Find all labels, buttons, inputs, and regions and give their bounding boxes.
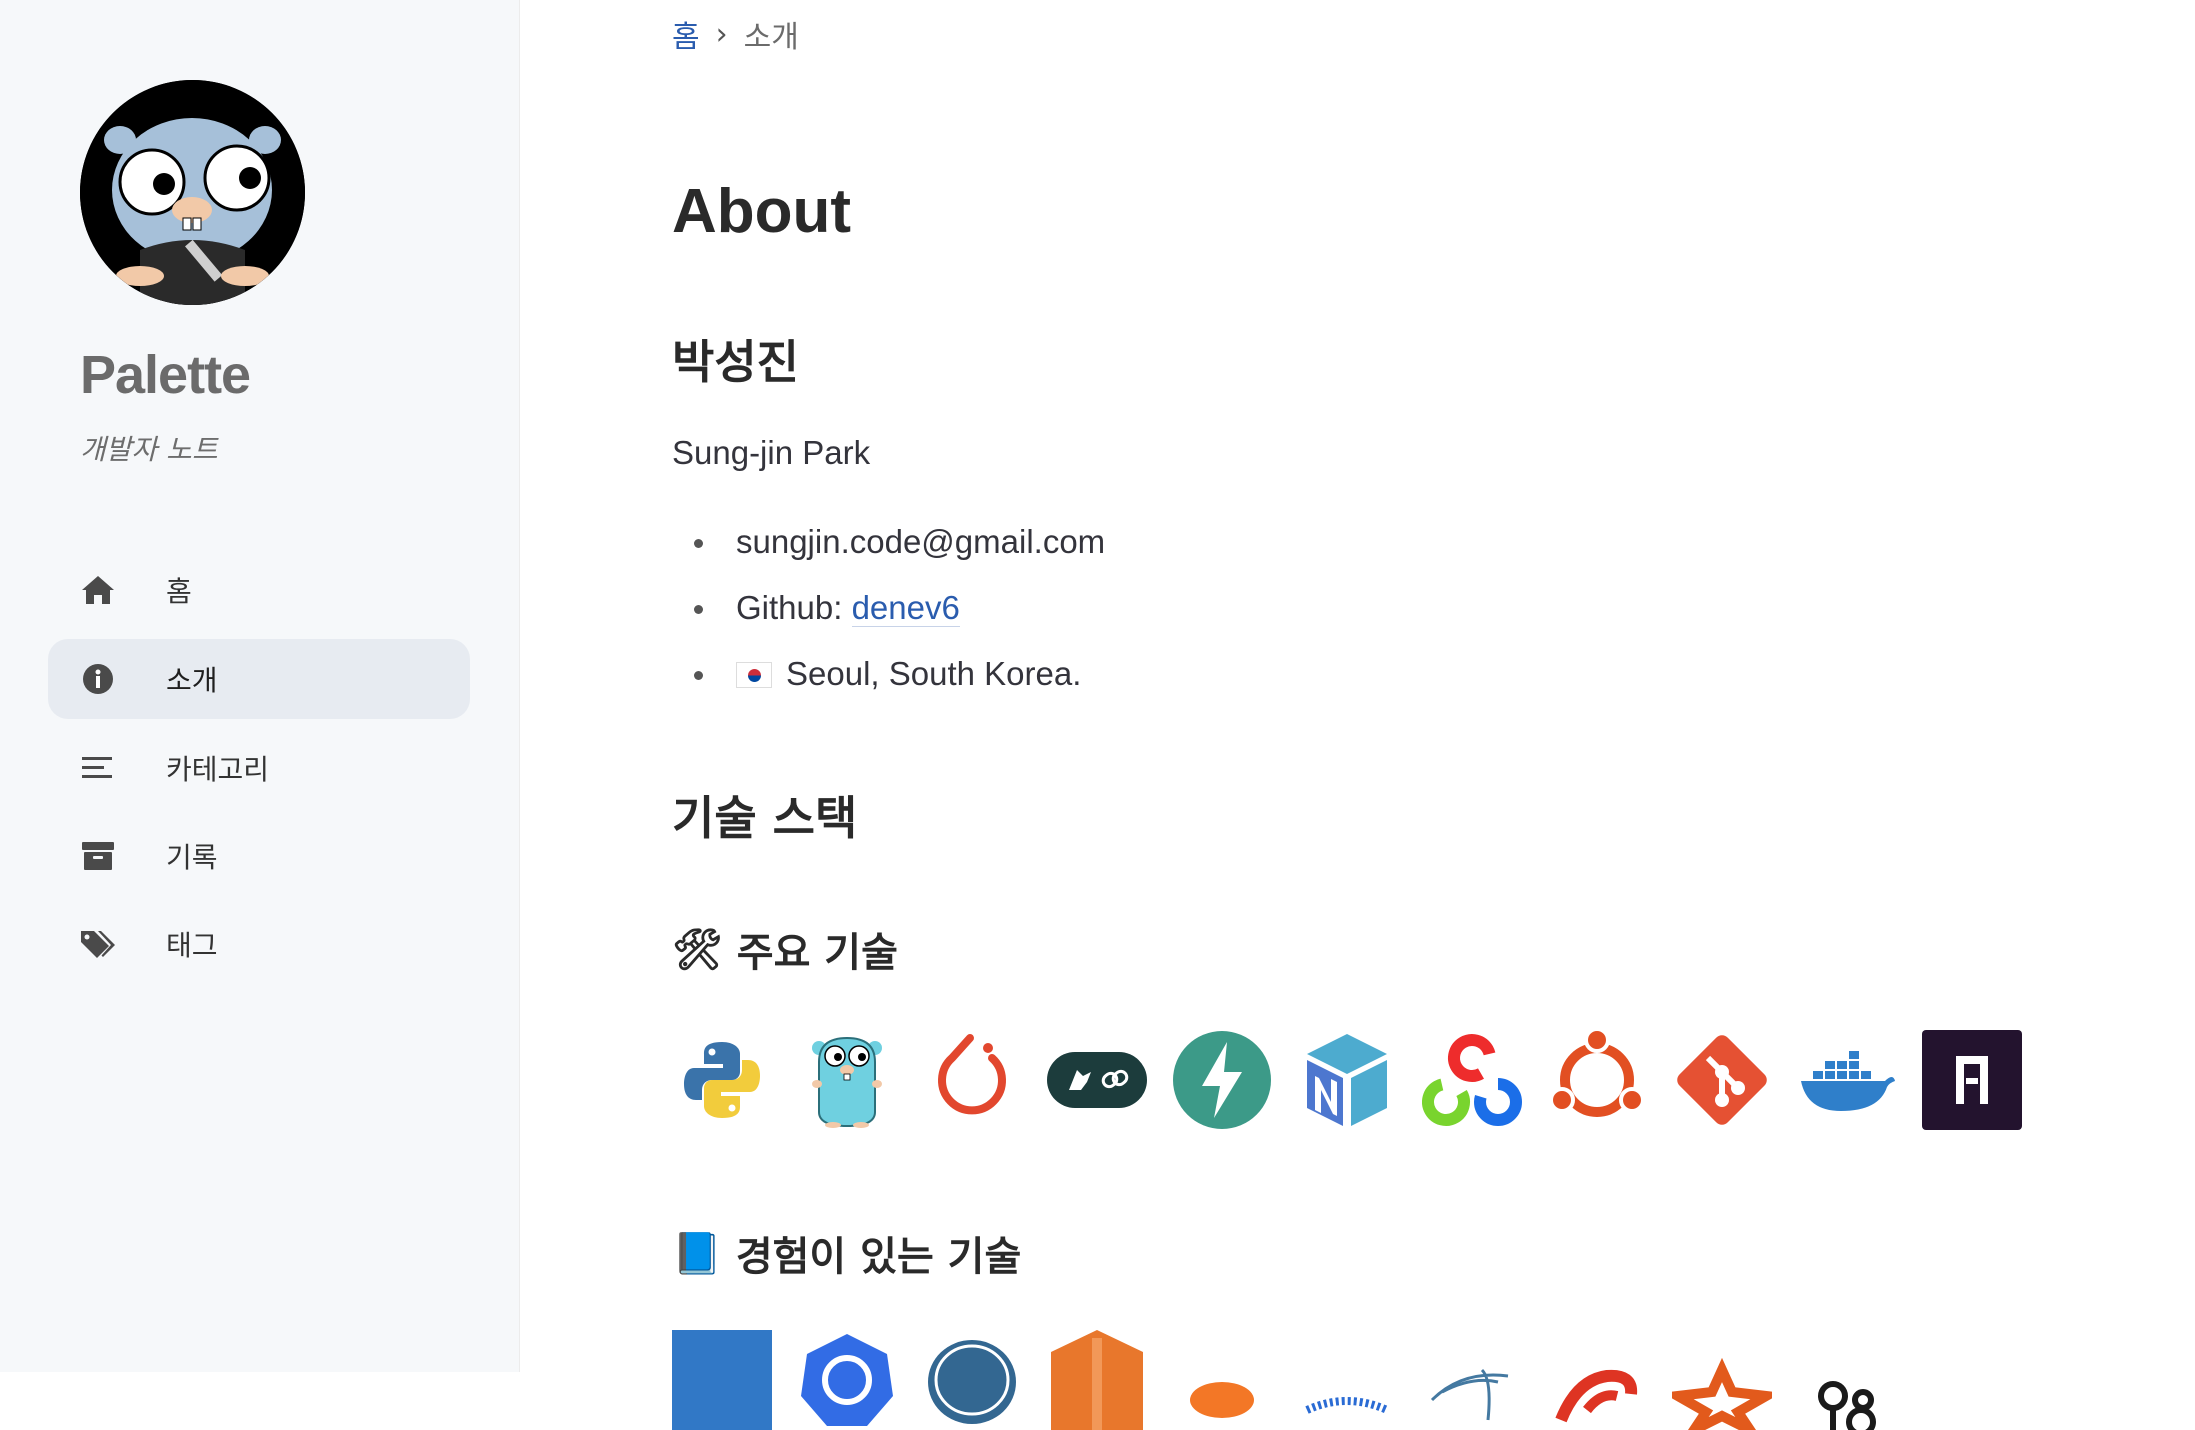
experienced-tech-heading-label: 경험이 있는 기술 — [735, 1234, 1022, 1280]
page-title: About — [672, 177, 852, 246]
mysql-icon — [1422, 1330, 1522, 1430]
contact-list: sungjin.code@gmail.com Github: denev6 Se… — [672, 514, 1105, 712]
site-subtitle: 개발자 노트 — [80, 433, 218, 466]
korea-flag-icon — [736, 662, 772, 688]
info-icon — [80, 661, 116, 697]
github-prefix: Github: — [736, 589, 852, 626]
pytorch-icon — [922, 1030, 1022, 1130]
langchain-icon — [1047, 1030, 1147, 1130]
sidebar-item-label: 홈 — [166, 575, 192, 608]
arxiv-icon — [1922, 1030, 2022, 1130]
breadcrumb-current: 소개 — [743, 20, 799, 55]
html5-icon — [1047, 1330, 1147, 1430]
list-item: Github: denev6 — [672, 580, 1105, 646]
git-icon — [1672, 1030, 1772, 1130]
spark-icon — [1672, 1330, 1772, 1430]
sidebar-item-about[interactable]: 소개 — [48, 639, 470, 719]
main-content: 홈 › 소개 About 박성진 Sung-jin Park sungjin.c… — [672, 0, 2052, 1430]
main-tech-heading: 🛠 주요 기술 — [672, 920, 898, 978]
email-text: sungjin.code@gmail.com — [736, 523, 1106, 560]
sidebar-item-categories[interactable]: 카테고리 — [48, 728, 470, 808]
scala-icon — [1547, 1330, 1647, 1430]
breadcrumb: 홈 › 소개 — [672, 12, 799, 56]
sidebar-item-label: 소개 — [166, 664, 218, 697]
sidebar-item-archive[interactable]: 기록 — [48, 816, 470, 896]
go-gopher-icon — [797, 1030, 897, 1130]
uvicorn-icon — [1297, 1330, 1397, 1430]
archive-icon — [80, 838, 116, 874]
mlflow-icon — [1797, 1330, 1897, 1430]
avatar[interactable] — [80, 80, 305, 305]
breadcrumb-separator: › — [715, 16, 728, 52]
kubernetes-icon — [797, 1330, 897, 1430]
home-icon — [80, 572, 116, 608]
menu-icon — [80, 750, 116, 786]
main-tech-heading-label: 주요 기술 — [736, 930, 898, 976]
opencv-icon — [1422, 1030, 1522, 1130]
typescript-icon — [672, 1330, 772, 1430]
numpy-icon — [1297, 1030, 1397, 1130]
ubuntu-icon — [1547, 1030, 1647, 1130]
sidebar-item-label: 카테고리 — [166, 753, 270, 786]
location-text: Seoul, South Korea. — [786, 655, 1082, 692]
sidebar-item-label: 기록 — [166, 841, 218, 874]
experienced-tech-icons — [672, 1330, 1897, 1430]
docker-icon — [1797, 1030, 1897, 1130]
breadcrumb-home-link[interactable]: 홈 — [672, 12, 700, 56]
tools-emoji: 🛠 — [672, 926, 723, 973]
book-emoji: 📘 — [672, 1230, 722, 1277]
list-item: sungjin.code@gmail.com — [672, 514, 1105, 580]
python-icon — [672, 1030, 772, 1130]
fastapi-icon — [1172, 1030, 1272, 1130]
sidebar-item-label: 태그 — [166, 929, 218, 962]
sidebar-item-home[interactable]: 홈 — [48, 550, 470, 630]
site-title[interactable]: Palette — [80, 344, 251, 406]
github-link[interactable]: denev6 — [851, 589, 960, 627]
sidebar: Palette 개발자 노트 홈 소개 카테고리 기록 태그 — [0, 0, 520, 1372]
tech-stack-heading: 기술 스택 — [672, 791, 858, 845]
jupyter-icon — [1172, 1330, 1272, 1430]
list-item: Seoul, South Korea. — [672, 646, 1105, 712]
experienced-tech-heading: 📘 경험이 있는 기술 — [672, 1224, 1021, 1282]
main-tech-icons — [672, 1030, 2022, 1130]
name-heading: 박성진 — [672, 335, 799, 389]
postgresql-icon — [922, 1330, 1022, 1430]
tags-icon — [80, 926, 116, 962]
sidebar-item-tags[interactable]: 태그 — [48, 904, 470, 984]
english-name: Sung-jin Park — [672, 434, 871, 471]
